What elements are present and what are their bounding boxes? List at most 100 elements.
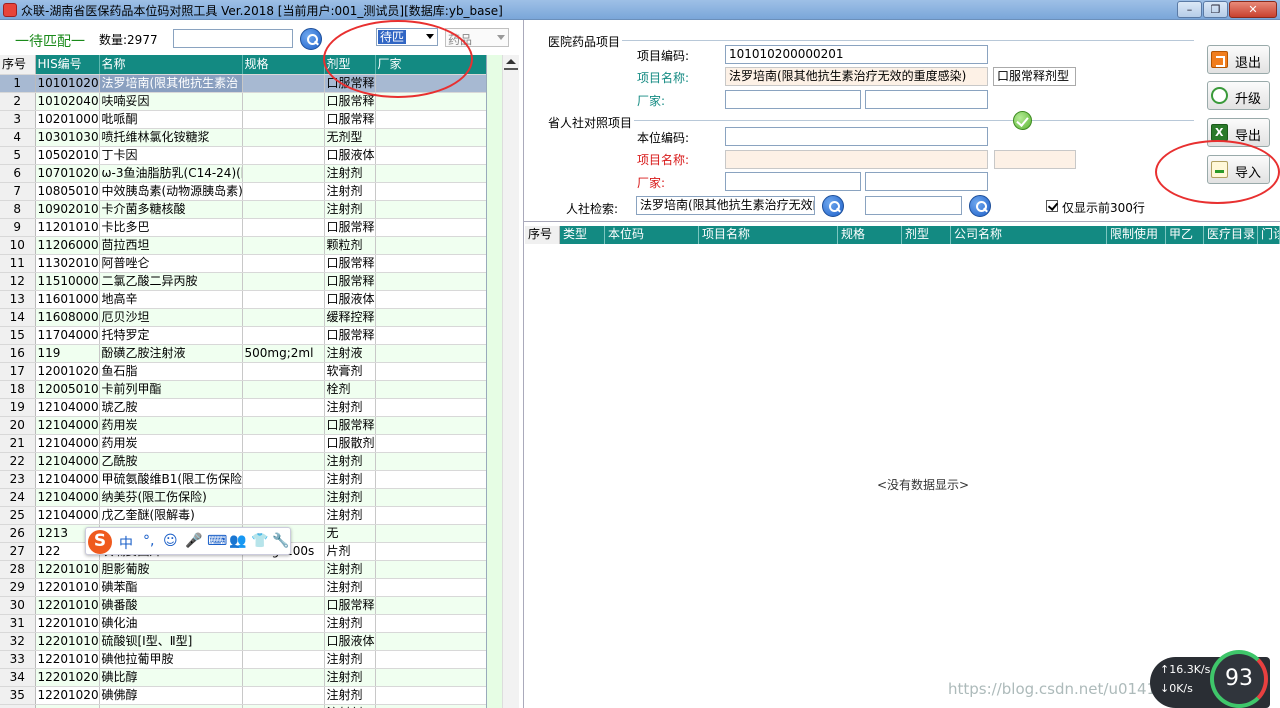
cell-no[interactable]: 6 — [0, 164, 36, 183]
cell-his[interactable]: 1220102000 — [35, 686, 100, 705]
cell-mfr[interactable] — [375, 128, 486, 147]
cell-no[interactable]: 28 — [0, 560, 36, 579]
cell-no[interactable]: 17 — [0, 362, 36, 381]
cell-form[interactable]: 注射剂 — [324, 488, 376, 507]
table-row[interactable]: 311220101000碘化油 注射剂 — [0, 614, 486, 633]
cell-no[interactable]: 13 — [0, 290, 36, 309]
column-header[interactable]: 门诊 — [1258, 226, 1280, 244]
cell-name[interactable]: 法罗培南(限其他抗生素治 — [99, 74, 243, 93]
cell-name[interactable]: 碘番酸 — [99, 596, 243, 615]
cell-his[interactable]: 1220101000 — [35, 614, 100, 633]
left-scrollbar[interactable] — [502, 55, 519, 708]
cell-no[interactable]: 21 — [0, 434, 36, 453]
cell-no[interactable]: 7 — [0, 182, 36, 201]
cell-his[interactable]: 1030103000 — [35, 128, 100, 147]
hospital-mfr-field-2[interactable] — [865, 90, 988, 109]
cell-spec[interactable] — [242, 236, 325, 255]
cell-spec[interactable] — [242, 290, 325, 309]
cell-no[interactable]: 8 — [0, 200, 36, 219]
cell-no[interactable]: 22 — [0, 452, 36, 471]
cell-name[interactable]: 酚磺乙胺注射液 — [99, 344, 243, 363]
cell-no[interactable]: 10 — [0, 236, 36, 255]
cell-spec[interactable] — [242, 164, 325, 183]
table-row[interactable]: 171200102020鱼石脂 软膏剂 — [0, 362, 486, 381]
cell-name[interactable]: 地高辛 — [99, 290, 243, 309]
province-search-button-2[interactable] — [969, 195, 991, 217]
exit-button[interactable]: 退出 — [1207, 45, 1270, 74]
cell-his[interactable]: 119 — [35, 344, 100, 363]
cell-form[interactable]: 注射剂 — [324, 470, 376, 489]
cell-form[interactable]: 片剂 — [324, 542, 376, 561]
left-search-button[interactable] — [300, 28, 322, 50]
cell-name[interactable]: 吡哌酮 — [99, 110, 243, 129]
cell-spec[interactable] — [242, 254, 325, 273]
province-search-input-2[interactable] — [865, 196, 962, 215]
cell-mfr[interactable] — [375, 110, 486, 129]
cell-his[interactable]: 1210400000 — [35, 488, 100, 507]
column-header[interactable]: 剂型 — [902, 226, 951, 244]
cell-form[interactable]: 缓释控释 — [324, 308, 376, 327]
cell-form[interactable]: 软膏剂 — [324, 362, 376, 381]
cell-spec[interactable] — [242, 218, 325, 237]
cell-form[interactable]: 口服常释 — [324, 254, 376, 273]
cell-mfr[interactable] — [375, 488, 486, 507]
cell-spec[interactable] — [242, 92, 325, 111]
table-row[interactable]: 81090201000卡介菌多糖核酸 注射剂 — [0, 200, 486, 219]
column-header[interactable]: 规格 — [242, 55, 325, 75]
cell-spec[interactable] — [242, 110, 325, 129]
cell-form[interactable]: 口服常释 — [324, 596, 376, 615]
cell-no[interactable]: 30 — [0, 596, 36, 615]
table-row[interactable]: 331220101000碘他拉葡甲胺 注射剂 — [0, 650, 486, 669]
cell-his[interactable]: 1210400000 — [35, 452, 100, 471]
cell-form[interactable]: 口服常释 — [324, 416, 376, 435]
cell-spec[interactable] — [242, 362, 325, 381]
ime-logo-icon[interactable]: S — [88, 530, 112, 554]
cell-his[interactable]: 1120600000 — [35, 236, 100, 255]
cell-his[interactable]: 1210400000 — [35, 398, 100, 417]
table-row[interactable]: 341220102000碘比醇 注射剂 — [0, 668, 486, 687]
table-row[interactable]: 61070102010ω-3鱼油脂肪乳(C14-24)(限] 注射剂 — [0, 164, 486, 183]
cell-mfr[interactable] — [375, 254, 486, 273]
cell-spec[interactable] — [242, 506, 325, 525]
cell-name[interactable]: 硫酸钡[Ⅰ型、Ⅱ型] — [99, 632, 243, 651]
cell-form[interactable]: 注射剂 — [324, 668, 376, 687]
table-row[interactable]: 91120101010卡比多巴 口服常释 — [0, 218, 486, 237]
cell-mfr[interactable] — [375, 578, 486, 597]
column-header[interactable]: 本位码 — [605, 226, 699, 244]
cell-his[interactable]: 1070102010 — [35, 164, 100, 183]
table-row[interactable]: 51050201000丁卡因 口服液体 — [0, 146, 486, 165]
cell-no[interactable]: 14 — [0, 308, 36, 327]
cell-his[interactable]: 1220101000 — [35, 650, 100, 669]
cell-his[interactable]: 1010204000 — [35, 92, 100, 111]
cell-spec[interactable] — [242, 380, 325, 399]
cell-form[interactable]: 栓剂 — [324, 380, 376, 399]
cell-no[interactable]: 16 — [0, 344, 36, 363]
maximize-button[interactable]: ❐ — [1203, 1, 1228, 18]
cell-mfr[interactable] — [375, 398, 486, 417]
upgrade-button[interactable]: 升级 — [1207, 81, 1270, 110]
cell-spec[interactable] — [242, 488, 325, 507]
cell-name[interactable]: 喷托维林氯化铵糖浆 — [99, 128, 243, 147]
ime-keyboard-icon[interactable]: ⌨ — [207, 533, 227, 549]
cell-his[interactable]: 1200501000 — [35, 380, 100, 399]
cell-no[interactable]: 20 — [0, 416, 36, 435]
table-row[interactable]: 251210400000戊乙奎醚(限解毒) 注射剂 — [0, 506, 486, 525]
column-header[interactable]: 类型 — [560, 226, 605, 244]
cell-form[interactable]: 注射剂 — [324, 452, 376, 471]
cell-mfr[interactable] — [375, 416, 486, 435]
cell-spec[interactable] — [242, 74, 325, 93]
hospital-form-field[interactable]: 口服常释剂型 — [993, 67, 1076, 86]
cell-his[interactable]: 1220101000 — [35, 560, 100, 579]
cell-mfr[interactable] — [375, 326, 486, 345]
cell-no[interactable]: 36 — [0, 704, 36, 708]
cell-form[interactable]: 注射剂 — [324, 578, 376, 597]
cell-spec[interactable]: 500mg;2ml — [242, 344, 325, 363]
cell-name[interactable]: 茴拉西坦 — [99, 236, 243, 255]
cell-mfr[interactable] — [375, 704, 486, 708]
cell-spec[interactable] — [242, 452, 325, 471]
cell-spec[interactable] — [242, 434, 325, 453]
province-search-input[interactable]: 法罗培南(限其他抗生素治疗无效的 — [636, 196, 815, 215]
cell-mfr[interactable] — [375, 272, 486, 291]
cell-no[interactable]: 4 — [0, 128, 36, 147]
hospital-mfr-field[interactable] — [725, 90, 861, 109]
